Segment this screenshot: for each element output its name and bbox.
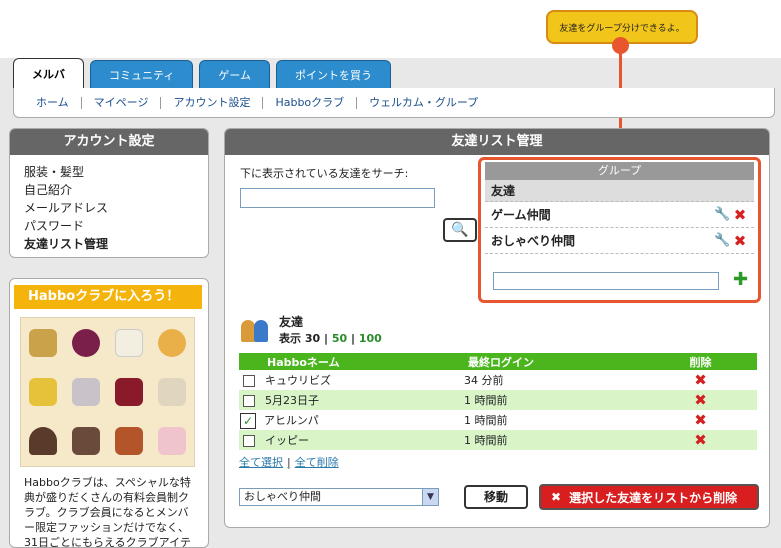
- group-select-dropdown[interactable]: おしゃべり仲間 ▼: [239, 488, 439, 506]
- selection-links: 全て選択 | 全て削除: [239, 456, 339, 469]
- group-box: グループ 友達 ゲーム仲間 🔧 ✖ おしゃべり仲間 🔧 ✖ ✚: [478, 157, 761, 303]
- friend-search-input[interactable]: [240, 188, 435, 208]
- page-size-30: 30: [304, 332, 321, 345]
- search-label: 下に表示されている友達をサーチ:: [240, 167, 409, 180]
- friends-management-panel: 友達リスト管理 下に表示されている友達をサーチ: 🔍 グループ 友達 ゲーム仲間…: [224, 128, 770, 528]
- wrench-icon[interactable]: 🔧: [714, 233, 730, 249]
- friends-people-icon: [239, 317, 273, 343]
- account-link-outfit[interactable]: 服装・髪型: [24, 163, 194, 181]
- new-group-input[interactable]: [493, 272, 719, 290]
- tab-melba[interactable]: メルバ: [13, 58, 84, 88]
- account-settings-panel: アカウント設定 服装・髪型 自己紹介 メールアドレス パスワード 友達リスト管理: [9, 128, 209, 258]
- nav-mypage[interactable]: マイページ: [82, 96, 162, 109]
- row-checkbox[interactable]: [243, 435, 255, 447]
- row-checkbox[interactable]: [243, 395, 255, 407]
- delete-selected-label: 選択した友達をリストから削除: [569, 490, 738, 505]
- account-settings-title: アカウント設定: [10, 129, 208, 155]
- club-promo-panel: Habboクラブに入ろう！ Habboクラブは、スペシャルな特典が盛りだくさんの…: [9, 278, 209, 548]
- club-title[interactable]: Habboクラブに入ろう！: [14, 285, 202, 309]
- group-item-friends[interactable]: 友達: [485, 180, 754, 202]
- group-name: 友達: [491, 184, 516, 198]
- club-description: Habboクラブは、スペシャルな特典が盛りだくさんの有料会員制クラブ。クラブ会員…: [24, 476, 191, 548]
- deselect-all-link[interactable]: 全て削除: [295, 456, 339, 469]
- table-row: イッピー 1 時間前 ✖: [239, 430, 757, 450]
- table-row: ✓ アヒルンパ 1 時間前 ✖: [239, 410, 757, 430]
- page-size-selector: 表示 30 | 50 | 100: [279, 332, 382, 345]
- move-button[interactable]: 移動: [464, 485, 528, 509]
- delete-x-icon[interactable]: ✖: [732, 207, 748, 223]
- friend-name: イッピー: [265, 434, 309, 447]
- tooltip-text: 友達をグループ分けできるよ。: [559, 23, 685, 34]
- tab-game[interactable]: ゲーム: [199, 60, 271, 88]
- row-checkbox[interactable]: [243, 375, 255, 387]
- chevron-down-icon: ▼: [422, 489, 438, 505]
- delete-x-icon[interactable]: ✖: [732, 233, 748, 249]
- friends-title: 友達: [279, 315, 304, 329]
- account-link-profile[interactable]: 自己紹介: [24, 181, 194, 199]
- account-link-friends[interactable]: 友達リスト管理: [24, 235, 194, 253]
- group-name: おしゃべり仲間: [491, 234, 576, 248]
- friend-last-login: 34 分前: [464, 374, 504, 387]
- account-link-email[interactable]: メールアドレス: [24, 199, 194, 217]
- sub-navigation: ホーム マイページ アカウント設定 Habboクラブ ウェルカム・グループ: [13, 88, 775, 118]
- delete-x-icon[interactable]: ✖: [693, 392, 709, 408]
- nav-account-settings[interactable]: アカウント設定: [161, 96, 264, 109]
- friend-name: アヒルンパ: [264, 413, 319, 427]
- friend-last-login: 1 時間前: [464, 414, 508, 427]
- show-label: 表示: [279, 332, 301, 345]
- table-row: 5月23日子 1 時間前 ✖: [239, 390, 757, 410]
- delete-x-icon[interactable]: ✖: [693, 432, 709, 448]
- tab-buy-points[interactable]: ポイントを買う: [276, 60, 392, 88]
- friends-list-header: 友達 表示 30 | 50 | 100: [239, 313, 382, 346]
- delete-x-icon[interactable]: ✖: [693, 372, 709, 388]
- delete-selected-button[interactable]: ✖ 選択した友達をリストから削除: [539, 484, 759, 510]
- col-last-login: 最終ログイン: [464, 353, 644, 370]
- search-button[interactable]: 🔍: [443, 218, 477, 242]
- table-row: キュウリビズ 34 分前 ✖: [239, 370, 757, 390]
- delete-x-icon[interactable]: ✖: [693, 412, 709, 428]
- add-group-plus-icon[interactable]: ✚: [733, 271, 748, 289]
- select-all-link[interactable]: 全て選択: [239, 456, 283, 469]
- group-item-game-friends[interactable]: ゲーム仲間 🔧 ✖: [485, 202, 754, 228]
- search-icon: 🔍: [451, 222, 469, 238]
- friend-last-login: 1 時間前: [464, 390, 644, 410]
- friends-table: Habboネーム 最終ログイン 削除 キュウリビズ 34 分前 ✖ 5月23日子…: [239, 353, 757, 450]
- col-delete: 削除: [644, 353, 757, 370]
- col-habbo-name: Habboネーム: [239, 353, 464, 370]
- group-name: ゲーム仲間: [491, 208, 551, 222]
- group-header: グループ: [485, 162, 754, 180]
- group-select-value: おしゃべり仲間: [244, 490, 321, 503]
- main-tabs: メルバ コミュニティ ゲーム ポイントを買う: [13, 58, 392, 88]
- wrench-icon[interactable]: 🔧: [714, 207, 730, 223]
- friend-name: キュウリビズ: [265, 374, 331, 387]
- nav-home[interactable]: ホーム: [24, 96, 82, 109]
- friend-name: 5月23日子: [265, 394, 319, 407]
- row-checkbox-checked[interactable]: ✓: [240, 412, 256, 429]
- friend-last-login: 1 時間前: [464, 430, 644, 450]
- table-header: Habboネーム 最終ログイン 削除: [239, 353, 757, 370]
- tab-community[interactable]: コミュニティ: [90, 60, 194, 88]
- page-size-100-link[interactable]: 100: [359, 332, 382, 345]
- friends-management-title: 友達リスト管理: [225, 129, 769, 155]
- close-icon: ✖: [551, 490, 562, 504]
- nav-welcome-group[interactable]: ウェルカム・グループ: [357, 96, 490, 109]
- page-size-50-link[interactable]: 50: [332, 332, 347, 345]
- group-item-chat-friends[interactable]: おしゃべり仲間 🔧 ✖: [485, 228, 754, 254]
- account-link-password[interactable]: パスワード: [24, 217, 194, 235]
- nav-habbo-club[interactable]: Habboクラブ: [263, 96, 358, 109]
- club-items-image: [20, 317, 195, 467]
